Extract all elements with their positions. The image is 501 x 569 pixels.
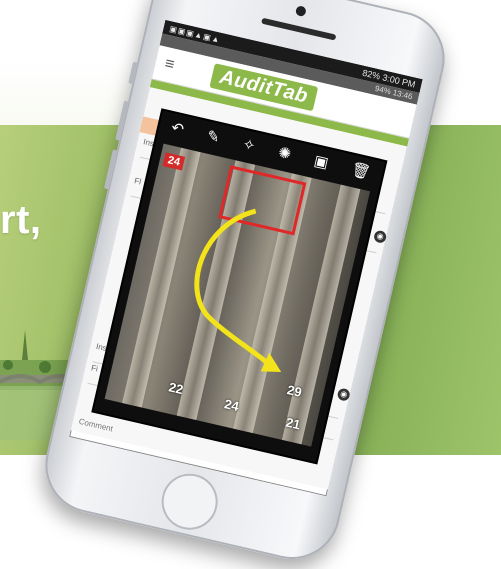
photo-annotation-editor: ↶ ✎ ✧ ✺ ▣ 🗑 24 29 22 24 21 <box>93 110 386 463</box>
undo-icon[interactable]: ↶ <box>169 118 185 138</box>
promo-headline: rt, <box>0 198 42 242</box>
magic-wand-icon[interactable]: ✧ <box>241 135 257 155</box>
secondary-battery: 94% <box>374 83 392 97</box>
hamburger-icon[interactable]: ≡ <box>154 53 185 77</box>
secondary-time: 13:46 <box>391 88 414 102</box>
trash-icon[interactable]: 🗑 <box>350 160 373 182</box>
pen-icon[interactable]: ✎ <box>205 126 221 146</box>
save-icon[interactable]: ▣ <box>312 151 330 172</box>
palette-icon[interactable]: ✺ <box>277 143 293 163</box>
